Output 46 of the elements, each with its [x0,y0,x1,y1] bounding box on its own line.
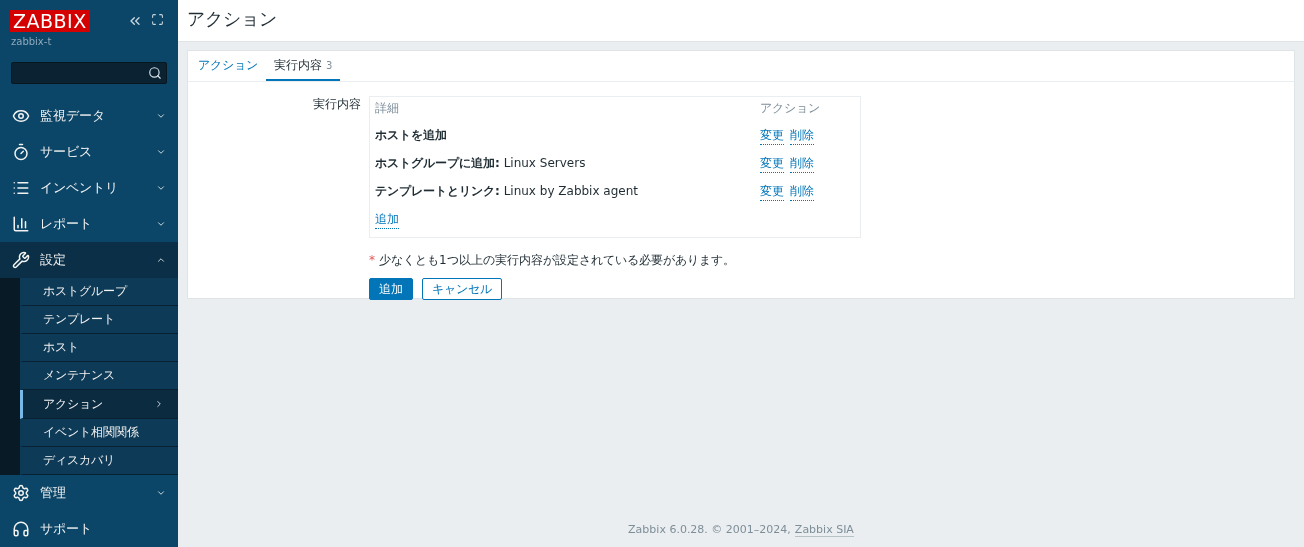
menu-item[interactable]: 管理 [0,475,178,512]
required-note: * 少なくとも1つ以上の実行内容が設定されている必要があります。 [369,252,736,269]
add-button[interactable]: 追加 [369,278,413,300]
operation-detail: テンプレートとリンク: Linux by Zabbix agent [375,183,640,200]
edit-link[interactable]: 変更 [760,127,784,145]
footer-text: Zabbix 6.0.28. © 2001–2024, [628,523,791,537]
edit-link[interactable]: 変更 [760,183,784,201]
add-link[interactable]: 追加 [375,211,399,229]
search-field[interactable] [11,62,167,84]
submenu-item[interactable]: ホスト [20,334,178,363]
remove-link[interactable]: 削除 [790,183,814,201]
tab[interactable]: アクション [190,51,266,81]
kiosk-mode-icon[interactable] [151,13,164,26]
submenu-item[interactable]: メンテナンス [20,362,178,391]
edit-link[interactable]: 変更 [760,155,784,173]
remove-link[interactable]: 削除 [790,127,814,145]
bar-chart-icon [12,214,30,233]
cancel-button[interactable]: キャンセル [422,278,502,300]
column-header: 詳細 [375,100,400,117]
tab[interactable]: 実行内容 3 [266,51,341,81]
stopwatch-icon [12,142,30,161]
search-icon[interactable] [148,65,162,80]
menu-item[interactable]: 設定 [0,241,178,278]
submenu-item[interactable]: アクション [20,390,178,419]
page-title: アクション [178,0,1304,42]
submenu-item[interactable]: ディスカバリ [20,446,178,476]
menu-item[interactable]: レポート [0,205,178,242]
gear-icon [12,484,30,503]
operation-detail: ホストを追加 [375,127,448,144]
server-name: zabbix-t [10,35,53,47]
submenu-item[interactable]: イベント相関関係 [20,418,178,447]
field-label: 実行内容 [312,96,361,113]
column-header: アクション [760,100,821,117]
headset-icon [12,520,30,539]
operation-detail: ホストグループに追加: Linux Servers [375,155,587,172]
menu-item[interactable]: 監視データ [0,97,178,134]
menu-item[interactable]: インベントリ [0,169,178,206]
tab-count: 3 [326,60,333,71]
chevron-right-icon [154,399,164,410]
submenu-item[interactable]: ホストグループ [20,277,178,306]
remove-link[interactable]: 削除 [790,155,814,173]
menu-item[interactable]: サービス [0,133,178,170]
menu-item[interactable]: サポート [0,511,178,547]
wrench-icon [12,250,30,269]
submenu-item[interactable]: テンプレート [20,305,178,335]
zabbix-logo[interactable]: ZABBIX [10,10,90,32]
